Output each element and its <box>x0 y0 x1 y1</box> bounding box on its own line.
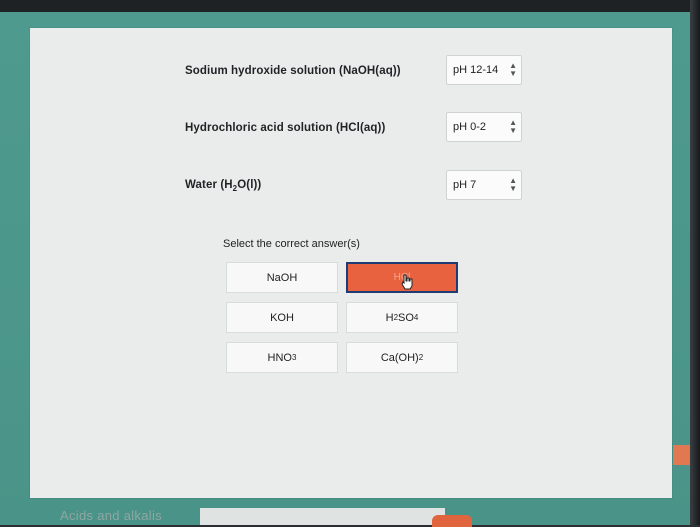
screen: Sodium hydroxide solution (NaOH(aq)) pH … <box>0 0 700 527</box>
answer-button-h2so4[interactable]: H 2 SO 4 <box>346 302 458 333</box>
answer-button-caoh2[interactable]: Ca(OH) 2 <box>346 342 458 373</box>
side-badge[interactable] <box>673 445 691 465</box>
select-value: pH 12-14 <box>453 64 499 76</box>
answer-button-hno3[interactable]: HNO 3 <box>226 342 338 373</box>
question-panel: Sodium hydroxide solution (NaOH(aq)) pH … <box>30 28 672 498</box>
footer-tab <box>200 508 445 525</box>
right-bezel <box>690 0 700 525</box>
answer-prompt: Select the correct answer(s) <box>223 238 360 250</box>
select-arrows-icon: ▲ ▼ <box>509 176 517 193</box>
select-arrows-icon: ▲ ▼ <box>509 61 517 78</box>
ph-select-water[interactable]: pH 7 ▲ ▼ <box>446 170 522 200</box>
footer-button[interactable] <box>432 515 472 527</box>
hand-cursor-icon <box>401 274 413 290</box>
ph-select-naoh[interactable]: pH 12-14 ▲ ▼ <box>446 55 522 85</box>
match-label-water: Water (H2O(l)) <box>185 178 262 194</box>
ph-select-hcl[interactable]: pH 0-2 ▲ ▼ <box>446 112 522 142</box>
answer-button-naoh[interactable]: NaOH <box>226 262 338 293</box>
section-label: Acids and alkalis <box>60 508 162 523</box>
answer-button-hcl[interactable]: HCl <box>346 262 458 293</box>
answer-button-koh[interactable]: KOH <box>226 302 338 333</box>
match-row-water: Water (H2O(l)) pH 7 ▲ ▼ <box>30 168 672 204</box>
select-value: pH 7 <box>453 179 477 191</box>
match-row-naoh: Sodium hydroxide solution (NaOH(aq)) pH … <box>30 53 672 89</box>
match-label-hcl: Hydrochloric acid solution (HCl(aq)) <box>185 122 386 134</box>
select-arrows-icon: ▲ ▼ <box>509 118 517 135</box>
match-label-naoh: Sodium hydroxide solution (NaOH(aq)) <box>185 65 401 77</box>
match-row-hcl: Hydrochloric acid solution (HCl(aq)) pH … <box>30 110 672 146</box>
top-bezel <box>0 0 700 12</box>
select-value: pH 0-2 <box>453 121 487 133</box>
